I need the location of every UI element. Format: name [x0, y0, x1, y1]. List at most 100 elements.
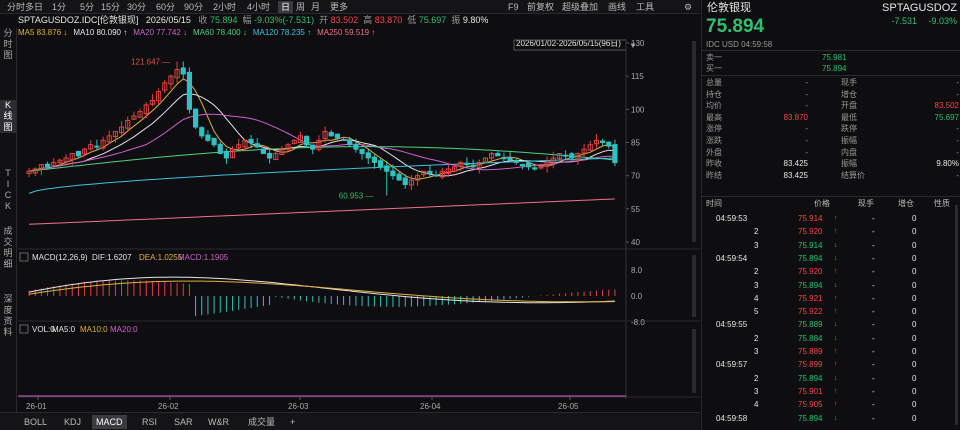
tick-volume: -	[872, 293, 875, 303]
macd-dea: DEA:1.0255	[139, 253, 183, 262]
macd-tick-label: 8.0	[631, 266, 643, 275]
high-value: 83.870	[374, 15, 403, 25]
tick-oi-change: 0	[912, 400, 917, 410]
candle-body	[427, 170, 433, 174]
tick-header: 现手	[858, 199, 874, 208]
candle-body	[600, 140, 606, 143]
tick-header: 增仓	[898, 199, 914, 208]
indicator-tab-0[interactable]: BOLL	[20, 415, 51, 429]
vol-ma10: MA10:0	[80, 325, 108, 334]
indicator-tabs: BOLL KDJ MACD RSI SAR W&R 成交量 +	[0, 412, 700, 430]
candle-body	[519, 163, 526, 166]
field-label: 昨收	[706, 159, 722, 169]
vol-toggle-icon[interactable]	[19, 324, 29, 334]
amp-label: 振	[451, 15, 461, 25]
arrow-down-icon: ↓	[834, 414, 838, 422]
timeframe-3[interactable]: 5分	[77, 1, 97, 13]
candle-body	[507, 157, 513, 161]
scrollbar[interactable]	[692, 41, 696, 242]
symbol-name: SPTAGUSDOZ.IDC[伦敦银现]	[18, 15, 139, 25]
timeframe-12[interactable]: 月	[308, 1, 323, 13]
scrollbar[interactable]	[692, 255, 696, 317]
indicator-tab-1[interactable]: KDJ	[60, 415, 85, 429]
timeframe-5[interactable]: 30分	[124, 1, 149, 13]
tick-time: 3	[754, 280, 759, 290]
timeframe-13[interactable]: 更多	[327, 1, 351, 13]
candle-body	[199, 127, 205, 137]
view-tab-1[interactable]: K线图	[0, 100, 16, 133]
tick-oi-change: 0	[912, 360, 917, 370]
candle-body	[384, 165, 390, 172]
quote-meta: IDC USD 04:59:58	[706, 40, 773, 49]
tool-2[interactable]: 超级叠加	[562, 1, 598, 13]
arrow-up-icon: ↑	[834, 294, 838, 302]
macd-label: MACD(12,26,9)	[32, 253, 88, 262]
tick-time: 4	[754, 400, 759, 410]
indicator-tab-6[interactable]: 成交量	[244, 415, 279, 429]
quote-cell: 卖一	[706, 53, 722, 62]
indicator-tab-4[interactable]: SAR	[170, 415, 197, 429]
tick-time: 04:59:55	[716, 320, 748, 330]
arrow-up-icon: ↑	[834, 228, 838, 236]
quote-row: 2 75.894 ↓ - 0	[702, 373, 960, 384]
quote-row: 最高 83.870 最低 75.697	[702, 112, 960, 123]
macd-toggle-icon[interactable]	[19, 252, 29, 262]
timeframe-6[interactable]: 60分	[153, 1, 178, 13]
timeframe-9[interactable]: 4小时	[244, 1, 273, 13]
dea-line	[29, 280, 615, 303]
tool-4[interactable]: 工具	[636, 1, 654, 13]
field-value: -	[805, 89, 808, 99]
indicator-tab-5[interactable]: W&R	[204, 415, 233, 429]
indicator-tab-3[interactable]: RSI	[138, 415, 161, 429]
field-value: -	[956, 89, 959, 99]
quote-row: 04:59:54 75.894 ↓ - 0	[702, 253, 960, 264]
quote-row: 涨跌 - 振幅 -	[702, 135, 960, 146]
candle-body	[402, 177, 408, 186]
tick-price: 75.921	[798, 293, 823, 303]
field-value: -	[956, 78, 959, 87]
timeframe-10[interactable]: 日	[278, 1, 294, 13]
y-tick-label: 55	[631, 205, 640, 214]
tick-time: 04:59:54	[716, 253, 748, 263]
quote-row: 持仓 - 增仓 -	[702, 89, 960, 100]
tick-time: 2	[754, 333, 759, 343]
timeframe-4[interactable]: 15分	[98, 1, 123, 13]
timeframe-11[interactable]: 周	[293, 1, 308, 13]
tool-1[interactable]: 前复权	[527, 1, 554, 13]
timeframe-7[interactable]: 90分	[181, 1, 206, 13]
indicator-tab-7[interactable]: +	[286, 415, 299, 429]
candle-body	[513, 160, 519, 163]
quote-panel: 伦敦银现 SPTAGUSDOZ 75.894 -7.531 -9.03% IDC USD …	[701, 0, 960, 430]
timeframe-8[interactable]: 2小时	[210, 1, 239, 13]
tick-volume: -	[872, 400, 875, 410]
candle-body	[390, 170, 396, 177]
view-tab-0[interactable]: 分时图	[0, 28, 16, 61]
field-value: 75.697	[934, 112, 959, 122]
view-tab-4[interactable]: 深度资料	[0, 294, 16, 338]
kline-chart[interactable]: 2026/01/02-2026/05/15(96日) ▼1301151008570…	[18, 39, 700, 412]
tick-price: 75.889	[798, 347, 823, 356]
arrow-up-icon: ↑	[834, 215, 838, 222]
timeframe-1[interactable]: 多日	[22, 1, 46, 13]
ma-legend-item: MA20 77.742 ↓	[133, 28, 187, 37]
indicator-tab-2[interactable]: MACD	[92, 415, 127, 429]
timeframe-2[interactable]: 1分	[49, 1, 69, 13]
field-value: 83.502	[934, 101, 959, 111]
candle-body	[532, 167, 538, 170]
view-tab-2[interactable]: TICK	[0, 168, 16, 212]
candle-body	[371, 156, 378, 163]
tick-oi-change: 0	[912, 373, 917, 383]
tick-volume: -	[872, 333, 875, 343]
arrow-down-icon: ↓	[834, 254, 838, 262]
field-value: -	[956, 170, 959, 180]
macd-tick-label: 0.0	[631, 292, 643, 301]
tick-time: 04:59:53	[716, 214, 748, 223]
view-tab-3[interactable]: 成交明细	[0, 226, 16, 270]
scrollbar[interactable]	[955, 205, 958, 425]
macd-dif: DIF:1.6207	[92, 253, 132, 262]
scrollbar[interactable]	[692, 329, 696, 393]
tool-3[interactable]: 画线	[608, 1, 626, 13]
tool-0[interactable]: F9	[508, 1, 519, 13]
gear-icon[interactable]: ⚙	[684, 1, 692, 13]
candle-body	[365, 152, 371, 159]
